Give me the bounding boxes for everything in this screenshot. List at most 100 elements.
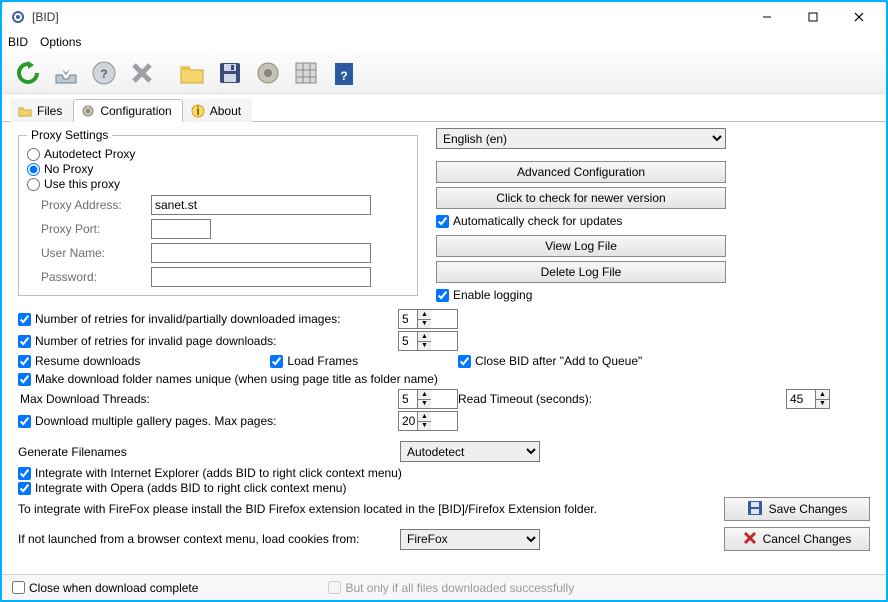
multipages-label: Download multiple gallery pages. Max pag… <box>35 414 276 428</box>
closewhen-label: Close when download complete <box>29 581 198 595</box>
spin-up[interactable]: ▲ <box>418 412 431 422</box>
advanced-config-button[interactable]: Advanced Configuration <box>436 161 726 183</box>
save-btn-label: Save Changes <box>769 502 848 516</box>
unique-folder-names-checkbox[interactable] <box>18 373 31 386</box>
retries-page-input[interactable]: ▲▼ <box>398 331 458 351</box>
save-small-icon <box>747 500 763 519</box>
maxthreads-label: Max Download Threads: <box>18 392 398 406</box>
proxy-port-label: Proxy Port: <box>41 222 151 236</box>
window-title: [BID] <box>32 10 744 24</box>
retries-images-checkbox[interactable] <box>18 313 31 326</box>
tab-config-label: Configuration <box>100 104 171 118</box>
menu-options[interactable]: Options <box>40 35 81 49</box>
main-window: [BID] BID Options ? ? Files Configuratio… <box>2 2 886 600</box>
proxy-user-input[interactable] <box>151 243 371 263</box>
spin-down[interactable]: ▼ <box>418 422 431 431</box>
cancel-btn-label: Cancel Changes <box>763 532 852 546</box>
generate-filenames-select[interactable]: Autodetect <box>400 441 540 462</box>
info-small-icon: i <box>190 103 206 119</box>
save-changes-button[interactable]: Save Changes <box>724 497 870 521</box>
close-button[interactable] <box>836 2 882 32</box>
proxy-settings-group: Proxy Settings Autodetect Proxy No Proxy… <box>18 128 418 296</box>
svg-text:?: ? <box>100 67 107 81</box>
ie-label: Integrate with Internet Explorer (adds B… <box>35 466 402 480</box>
spin-up[interactable]: ▲ <box>418 310 431 320</box>
tray-icon[interactable] <box>48 55 84 91</box>
language-select[interactable]: English (en) <box>436 128 726 149</box>
spin-down[interactable]: ▼ <box>816 400 829 409</box>
retries-images-input[interactable]: ▲▼ <box>398 309 458 329</box>
autocheck-label: Automatically check for updates <box>453 214 622 228</box>
autocheck-updates-checkbox[interactable] <box>436 215 449 228</box>
spin-down[interactable]: ▼ <box>418 320 431 329</box>
closeafter-label: Close BID after "Add to Queue" <box>475 354 642 368</box>
tab-strip: Files Configuration i About <box>2 94 886 122</box>
spin-down[interactable]: ▼ <box>418 400 431 409</box>
close-after-queue-checkbox[interactable] <box>458 355 471 368</box>
folder-icon[interactable] <box>174 55 210 91</box>
cancel-changes-button[interactable]: Cancel Changes <box>724 527 870 551</box>
label-autodetect: Autodetect Proxy <box>44 147 135 161</box>
delete-log-button[interactable]: Delete Log File <box>436 261 726 283</box>
spin-down[interactable]: ▼ <box>418 342 431 351</box>
read-timeout-input[interactable]: ▲▼ <box>786 389 830 409</box>
titlebar: [BID] <box>2 2 886 32</box>
spin-up[interactable]: ▲ <box>418 332 431 342</box>
refresh-icon[interactable] <box>10 55 46 91</box>
proxy-address-input[interactable] <box>151 195 371 215</box>
view-log-button[interactable]: View Log File <box>436 235 726 257</box>
integrate-opera-checkbox[interactable] <box>18 482 31 495</box>
genfilenames-label: Generate Filenames <box>18 445 396 459</box>
tab-about-label: About <box>210 104 241 118</box>
tab-configuration[interactable]: Configuration <box>73 99 182 122</box>
statusbar: Close when download complete But only if… <box>2 574 886 600</box>
enable-logging-checkbox[interactable] <box>436 289 449 302</box>
load-frames-checkbox[interactable] <box>270 355 283 368</box>
spin-up[interactable]: ▲ <box>418 390 431 400</box>
gear-small-icon <box>80 103 96 119</box>
proxy-address-label: Proxy Address: <box>41 198 151 212</box>
retries-page-checkbox[interactable] <box>18 335 31 348</box>
spin-up[interactable]: ▲ <box>816 390 829 400</box>
radio-use-this-proxy[interactable] <box>27 178 40 191</box>
proxy-pass-label: Password: <box>41 270 151 284</box>
cookie-note: If not launched from a browser context m… <box>18 532 396 546</box>
menu-bid[interactable]: BID <box>8 35 28 49</box>
check-version-button[interactable]: Click to check for newer version <box>436 187 726 209</box>
max-threads-input[interactable]: ▲▼ <box>398 389 458 409</box>
onlyifall-label: But only if all files downloaded success… <box>345 581 574 595</box>
retries-page-label: Number of retries for invalid page downl… <box>35 334 276 348</box>
help-icon[interactable]: ? <box>86 55 122 91</box>
cancel-x-icon[interactable] <box>124 55 160 91</box>
proxy-legend: Proxy Settings <box>27 128 112 142</box>
grid-icon[interactable] <box>288 55 324 91</box>
opera-label: Integrate with Opera (adds BID to right … <box>35 481 346 495</box>
question-panel-icon[interactable]: ? <box>326 55 362 91</box>
maximize-button[interactable] <box>790 2 836 32</box>
cookies-browser-select[interactable]: FireFox <box>400 529 540 550</box>
cancel-x-small-icon <box>743 531 757 548</box>
toolbar: ? ? <box>2 52 886 94</box>
radio-no-proxy[interactable] <box>27 163 40 176</box>
minimize-button[interactable] <box>744 2 790 32</box>
radio-autodetect-proxy[interactable] <box>27 148 40 161</box>
gear-icon[interactable] <box>250 55 286 91</box>
max-pages-input[interactable]: ▲▼ <box>398 411 458 431</box>
resume-downloads-checkbox[interactable] <box>18 355 31 368</box>
app-icon <box>10 9 26 25</box>
menubar: BID Options <box>2 32 886 52</box>
close-when-complete-checkbox[interactable] <box>12 581 25 594</box>
tab-about[interactable]: i About <box>183 99 252 122</box>
multi-pages-checkbox[interactable] <box>18 415 31 428</box>
integrate-ie-checkbox[interactable] <box>18 467 31 480</box>
proxy-user-label: User Name: <box>41 246 151 260</box>
proxy-pass-input[interactable] <box>151 267 371 287</box>
loadframes-label: Load Frames <box>287 354 358 368</box>
save-disk-icon[interactable] <box>212 55 248 91</box>
only-if-all-checkbox <box>328 581 341 594</box>
tab-files[interactable]: Files <box>10 99 73 122</box>
proxy-port-input[interactable] <box>151 219 211 239</box>
retries-img-label: Number of retries for invalid/partially … <box>35 312 340 326</box>
tab-files-label: Files <box>37 104 62 118</box>
content-area: Proxy Settings Autodetect Proxy No Proxy… <box>2 122 886 574</box>
